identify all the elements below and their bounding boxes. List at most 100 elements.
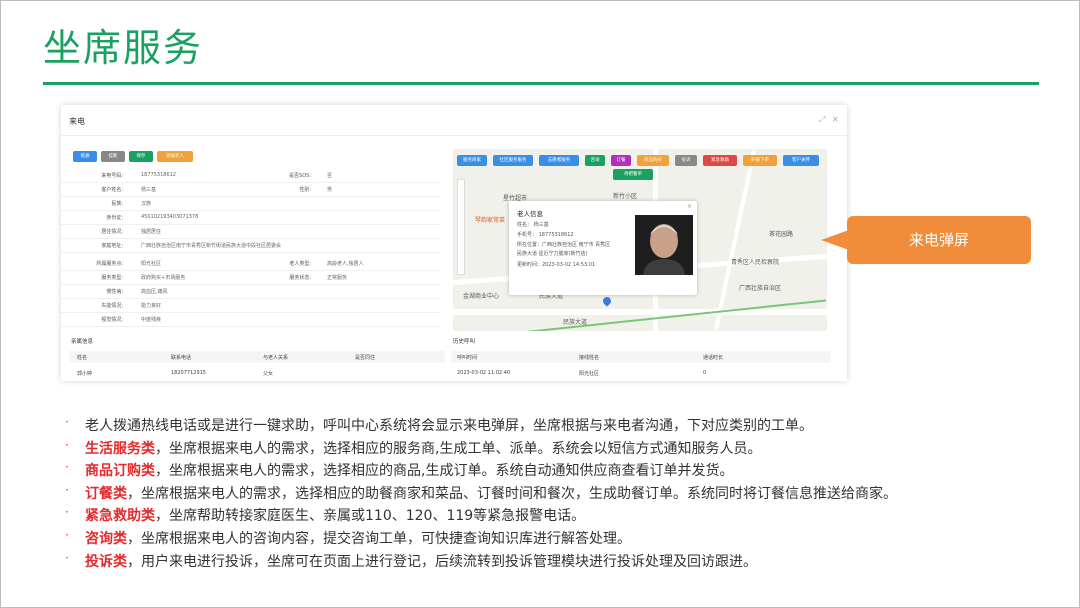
title-divider [43,82,1039,85]
idcard-value[interactable]: 450102193403071378 [141,214,198,220]
incoming-call-window: 来电 ⤢ ✕ 接通 挂断 保存 添加老人 来电号码: 18775318612 是… [61,105,847,381]
bullet-key: 投诉类 [85,553,127,570]
map-place: 琴韵家常菜 [475,217,506,224]
elder-photo [635,215,693,275]
service-status-label: 服务状态: [289,275,311,281]
bullet-key: 咨询类 [85,530,127,547]
idcard-label: 身份证: [106,215,123,221]
chronic-label: 慢性病: [106,289,123,295]
bullet-text: ，坐席根据来电人的咨询内容，提交咨询工单，可快捷查询知识库进行解答处理。 [127,530,631,547]
location-pin-icon[interactable] [601,295,613,307]
map-place: 民族大道 [563,319,588,326]
bullet-text: 老人拨通热线电话或是进行一键求助，呼叫中心系统将会显示来电弹屏，坐席根据与来电者… [85,418,813,434]
sos-label: 是否SOS: [289,173,311,179]
map-btn-pending-alarm[interactable]: 待把警单 [613,169,653,180]
gender-label: 性别: [299,187,311,193]
form-row-living: 居住情况: 独居居住 [61,225,441,239]
map-btn-consult[interactable]: 咨询 [585,155,605,166]
elder-info-popup: × 老人信息 姓名： 杨三基 手机号： 18775318612 所在位置：广西壮… [509,201,697,295]
table-row[interactable]: 郭小婷 18207712915 父女 [69,367,445,379]
history-col-duration: 通话时长 [703,355,724,361]
bullet-item: · 生活服务类，坐席根据来电人的需求，选择相应的服务商,生成工单、派单。系统会以短… [63,438,1053,461]
map-btn-external-order[interactable]: 外部下单 [743,155,777,166]
close-icon[interactable]: ✕ [832,115,839,124]
form-row-idcard: 身份证: 450102193403071378 [61,211,441,225]
bullet-dot-icon: · [65,460,69,475]
phone-value[interactable]: 18775318612 [141,172,176,178]
map-rail-line [453,299,827,331]
map-btn-customer-care[interactable]: 客户关怀 [783,155,819,166]
gender-value[interactable]: 男 [327,186,332,193]
bullet-key: 生活服务类 [85,440,155,457]
service-status-value[interactable]: 正常服务 [327,274,347,281]
map-btn-complaint[interactable]: 投诉 [675,155,697,166]
name-value[interactable]: 杨三基 [141,186,156,193]
map-btn-emergency[interactable]: 紧急救助 [703,155,737,166]
bullet-item: · 订餐类，坐席根据来电人的需求，选择相应的助餐商家和菜品、订餐时间和餐次，生成助… [63,483,1053,506]
map-btn-meal[interactable]: 订餐 [611,155,631,166]
sos-value[interactable]: 否 [327,172,332,179]
relatives-col-relation: 与老人关系 [263,355,289,361]
name-label: 客户姓名: [101,187,123,193]
add-elder-button[interactable]: 添加老人 [157,151,193,162]
map-btn-merchant[interactable]: 服务商家 [457,155,487,166]
map-btn-community-service[interactable]: 社区服务服务 [493,155,533,166]
elder-portrait-icon [635,215,693,275]
history-title: 历史呼叫 [453,339,476,345]
relative-name: 郭小婷 [77,371,93,377]
map-zoom-control[interactable] [457,179,465,275]
form-row-name: 客户姓名: 杨三基 [61,183,251,197]
map-place: 金湖商业中心 [463,293,500,300]
map-place: 广西壮族自治区 [739,285,782,292]
map-place: 新竹小区 [613,193,638,200]
vision-value[interactable]: 中度残疾 [141,316,161,323]
popup-mobile: 手机号： 18775318612 [517,232,574,238]
form-row-service-type: 服务类型: 政府购买+市场服务 [61,271,251,285]
form-row-sos: 是否SOS: 否 [251,169,441,183]
map-place: 茶花园路 [769,231,794,238]
community-value[interactable]: 阳光社区 [141,260,161,267]
map-place: 青秀区人民检察院 [731,259,780,266]
callout-label: 来电弹屏 [847,216,1031,264]
map-btn-purchase[interactable]: 商品购买 [637,155,669,166]
popup-close-icon[interactable]: × [687,203,692,210]
ethnic-value[interactable]: 汉族 [141,200,151,207]
answer-button[interactable]: 接通 [73,151,97,162]
form-row-vision: 视觉情况: 中度残疾 [61,313,441,327]
history-col-time: 呼叫时间 [457,355,478,361]
bullet-dot-icon: · [65,482,69,497]
address-value[interactable]: 广西壮族自治区南宁市青秀区新竹街道民族大道中段社区居委会 [141,242,281,249]
elder-type-value[interactable]: 高龄老人,独居人 [327,260,364,267]
form-row-phone: 来电号码: 18775318612 [61,169,251,183]
map-btn-volunteer[interactable]: 志愿者服务 [539,155,579,166]
bullet-dot-icon: · [65,415,69,429]
map-road [453,309,827,315]
form-row-gender: 性别: 男 [251,183,441,197]
maximize-icon[interactable]: ⤢ [819,115,825,125]
bullet-text: ，坐席根据来电人的需求，选择相应的助餐商家和菜品、订餐时间和餐次，生成助餐订单。… [127,485,897,502]
address-label: 家庭地址: [101,243,123,249]
disability-label: 失能情况: [101,303,123,309]
bullet-text: ，坐席帮助转接家庭医生、亲属或110、120、119等紧急报警电话。 [155,508,586,525]
bullet-item: · 老人拨通热线电话或是进行一键求助，呼叫中心系统将会显示来电弹屏，坐席根据与来电… [63,415,1053,438]
relatives-col-cohabit: 是否同住 [355,355,376,361]
popup-updated: 更新时间：2023-03-02 14:53:01 [517,262,596,268]
bullet-dot-icon: · [65,527,69,542]
table-row[interactable]: 2023-03-02 11:02:40 阳光社区 0 [451,367,831,379]
location-map[interactable]: 服务商家 社区服务服务 志愿者服务 咨询 订餐 商品购买 投诉 紧急救助 外部下… [453,149,827,331]
form-row-service-status: 服务状态: 正常服务 [251,271,441,285]
hangup-button[interactable]: 挂断 [101,151,125,162]
chronic-value[interactable]: 高血压,痛风 [141,288,168,295]
bullet-dot-icon: · [65,550,69,565]
save-button[interactable]: 保存 [129,151,153,162]
bullet-list: · 老人拨通热线电话或是进行一键求助，呼叫中心系统将会显示来电弹屏，坐席根据与来电… [63,415,1053,573]
vision-label: 视觉情况: [101,317,123,323]
disability-value[interactable]: 能力良好 [141,302,161,309]
window-title: 来电 [69,117,85,126]
popup-title: 老人信息 [517,210,543,218]
history-table-header: 呼叫时间 接线姓名 通话时长 [451,351,831,363]
ethnic-label: 民族: [111,201,123,207]
living-value[interactable]: 独居居住 [141,228,161,235]
map-road [714,150,756,330]
service-type-value[interactable]: 政府购买+市场服务 [141,274,185,281]
